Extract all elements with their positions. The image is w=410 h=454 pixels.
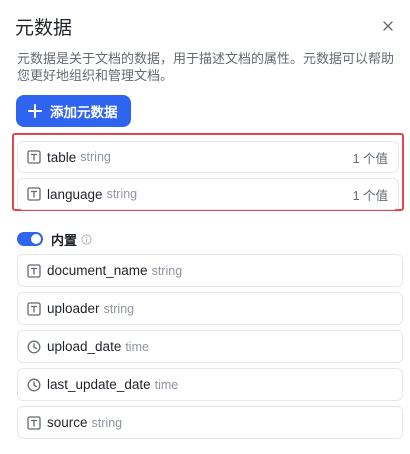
custom-fields-group: table string 1 个值 language string 1 个值 bbox=[12, 133, 404, 211]
panel-description: 元数据是关于文档的数据，用于描述文档的属性。元数据可以帮助您更好地组织和管理文档… bbox=[17, 51, 395, 83]
text-field-icon bbox=[27, 150, 41, 164]
close-icon[interactable] bbox=[380, 18, 396, 34]
clock-icon bbox=[27, 340, 41, 353]
field-name: document_name bbox=[47, 263, 148, 278]
field-name: uploader bbox=[47, 301, 100, 316]
builtin-field-row[interactable]: uploader string bbox=[17, 292, 403, 325]
metadata-field-row[interactable]: table string 1 个值 bbox=[17, 141, 399, 173]
field-type: string bbox=[103, 301, 135, 316]
builtin-toggle[interactable] bbox=[17, 232, 43, 246]
field-type: string bbox=[80, 150, 111, 164]
toggle-knob bbox=[31, 234, 41, 244]
field-type: time bbox=[125, 339, 149, 354]
field-name: table bbox=[47, 149, 77, 165]
field-type: string bbox=[106, 187, 138, 201]
field-type: string bbox=[151, 263, 183, 278]
add-metadata-label: 添加元数据 bbox=[50, 105, 118, 120]
field-name: language bbox=[47, 186, 103, 202]
field-type: string bbox=[91, 415, 123, 430]
value-count: 1 个值 bbox=[352, 151, 388, 166]
value-count: 1 个值 bbox=[352, 188, 388, 203]
text-field-icon bbox=[27, 415, 41, 430]
text-field-icon bbox=[27, 301, 41, 316]
plus-icon bbox=[28, 104, 42, 118]
metadata-field-row[interactable]: language string 1 个值 bbox=[17, 178, 399, 210]
add-metadata-button[interactable]: 添加元数据 bbox=[16, 95, 131, 127]
builtin-field-row[interactable]: upload_date time bbox=[17, 330, 403, 363]
info-icon[interactable] bbox=[81, 233, 92, 245]
builtin-field-list: document_name string uploader string upl… bbox=[17, 254, 403, 439]
clock-icon bbox=[27, 378, 41, 391]
text-field-icon bbox=[27, 263, 41, 278]
builtin-section-header: 内置 bbox=[17, 229, 92, 249]
metadata-panel: 元数据 元数据是关于文档的数据，用于描述文档的属性。元数据可以帮助您更好地组织和… bbox=[0, 0, 410, 454]
field-name: source bbox=[47, 415, 88, 430]
builtin-field-row[interactable]: document_name string bbox=[17, 254, 403, 287]
field-name: upload_date bbox=[47, 339, 122, 354]
builtin-field-row[interactable]: source string bbox=[17, 406, 403, 439]
builtin-label: 内置 bbox=[51, 232, 78, 248]
panel-title: 元数据 bbox=[15, 18, 73, 39]
field-type: time bbox=[154, 377, 179, 392]
builtin-field-row[interactable]: last_update_date time bbox=[17, 368, 403, 401]
field-name: last_update_date bbox=[47, 377, 151, 392]
text-field-icon bbox=[27, 187, 41, 201]
